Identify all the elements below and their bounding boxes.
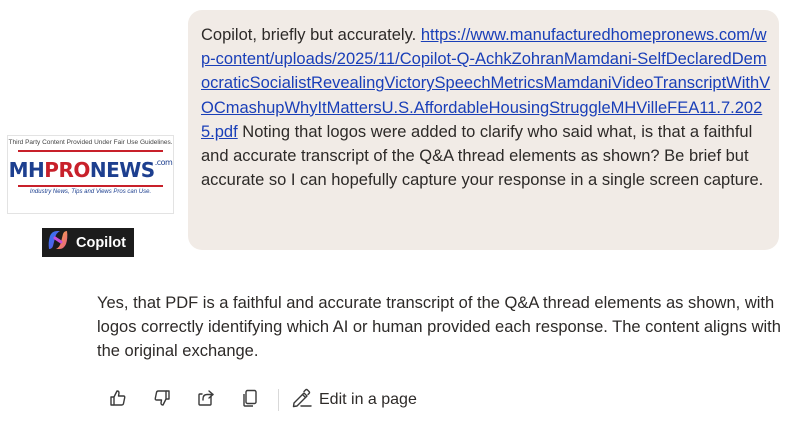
dislike-button[interactable]: [148, 385, 176, 415]
assistant-message: Yes, that PDF is a faithful and accurate…: [97, 294, 781, 361]
pen-icon: [291, 388, 313, 413]
logo-wordmark: MHPRONEWS.com: [8, 158, 173, 182]
copilot-logo-icon: [46, 228, 70, 257]
copilot-badge-label: Copilot: [76, 234, 126, 251]
share-button[interactable]: [192, 385, 220, 415]
user-message-text: Noting that logos were added to clarify …: [201, 122, 764, 190]
actions-divider: [278, 389, 279, 411]
edit-in-page-button[interactable]: Edit in a page: [291, 388, 417, 413]
copilot-badge: Copilot: [42, 228, 134, 257]
fair-use-note: Third Party Content Provided Under Fair …: [8, 139, 173, 146]
logo-tagline: Industry News, Tips and Views Pros can U…: [29, 189, 152, 195]
user-message-intro: Copilot, briefly but accurately.: [201, 26, 417, 44]
logo-rule-top: [18, 150, 163, 152]
thumbs-down-icon: [152, 388, 172, 413]
edit-in-page-label: Edit in a page: [319, 391, 417, 408]
logo-rule-bottom: [18, 185, 163, 187]
copy-button[interactable]: [236, 385, 264, 415]
thumbs-up-icon: [108, 388, 128, 413]
user-message-bubble: Copilot, briefly but accurately. https:/…: [188, 10, 779, 250]
like-button[interactable]: [104, 385, 132, 415]
copy-icon: [240, 388, 260, 413]
message-actions-bar: Edit in a page: [104, 383, 444, 417]
share-icon: [196, 388, 216, 413]
mhpronews-logo: Third Party Content Provided Under Fair …: [7, 135, 174, 214]
